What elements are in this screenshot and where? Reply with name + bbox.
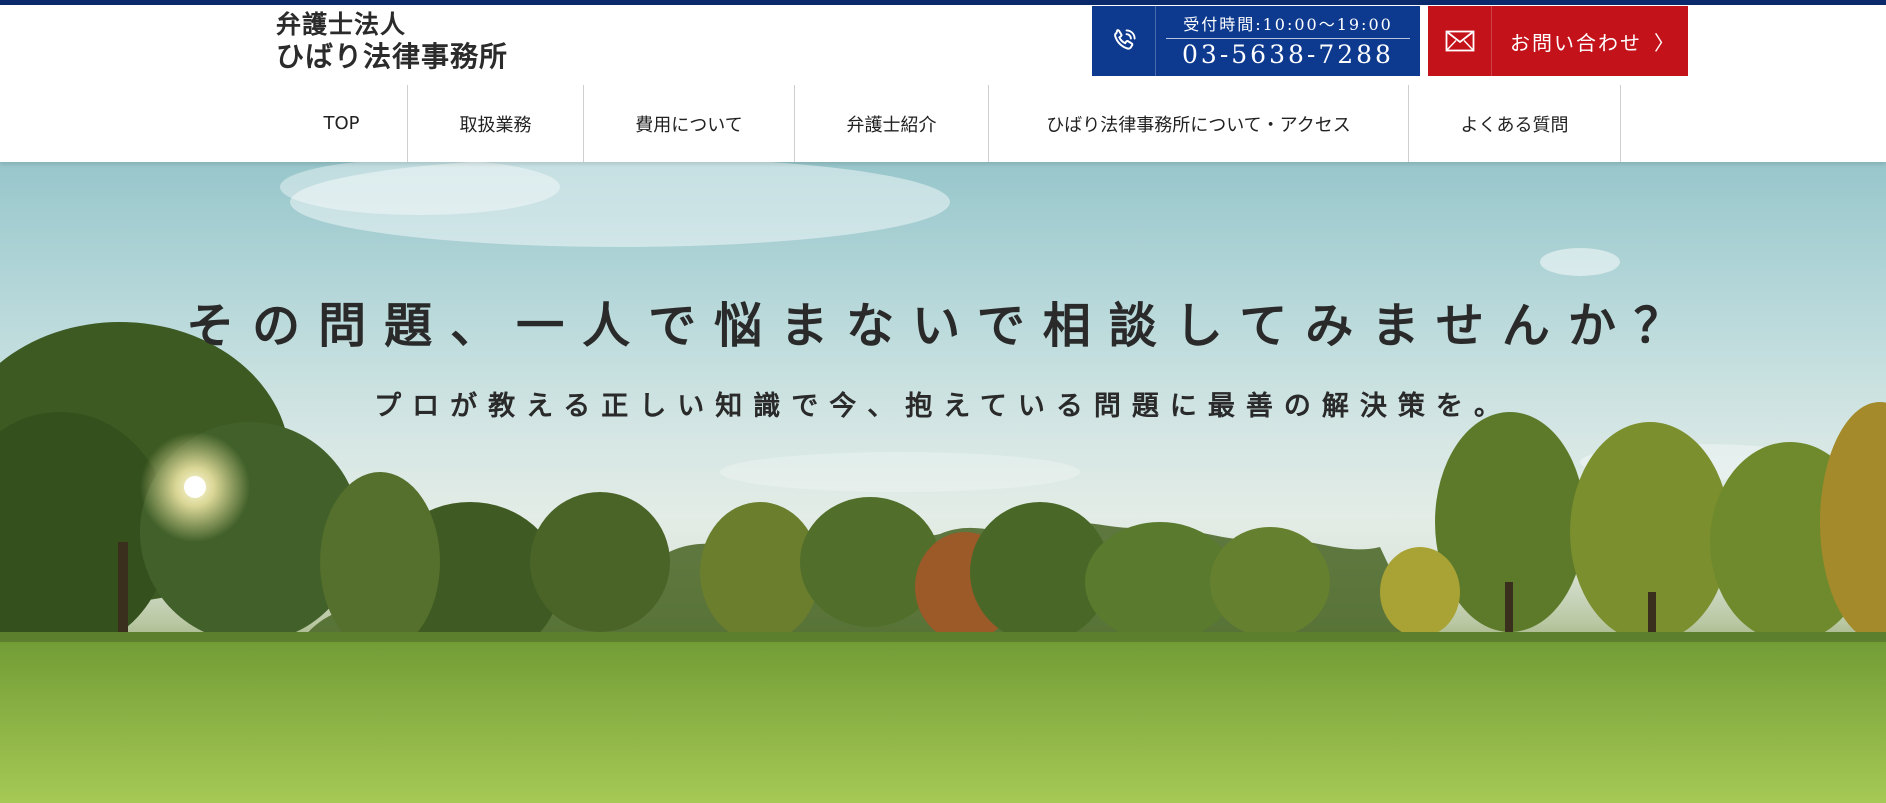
logo-line2: ひばり法律事務所 [276, 40, 509, 73]
contact-button[interactable]: お問い合わせ 〉 [1428, 6, 1688, 76]
contact-label: お問い合わせ [1510, 30, 1642, 55]
nav-item-top[interactable]: TOP [276, 85, 408, 162]
site-header: 弁護士法人 ひばり法律事務所 受付時間:10:00〜19:00 03-5638-… [0, 5, 1886, 162]
phone-icon [1092, 6, 1156, 76]
nav-item-lawyers[interactable]: 弁護士紹介 [795, 85, 989, 162]
chevron-right-icon: 〉 [1654, 30, 1674, 55]
nav-item-faq[interactable]: よくある質問 [1409, 85, 1621, 162]
nav-item-fees[interactable]: 費用について [584, 85, 795, 162]
hero-subline: プロが教える正しい知識で今、抱えている問題に最善の解決策を。 [374, 391, 1512, 422]
nav-item-about-access[interactable]: ひばり法律事務所について・アクセス [989, 85, 1409, 162]
nav-item-services[interactable]: 取扱業務 [408, 85, 584, 162]
park-landscape-image [0, 162, 1886, 803]
mail-icon [1428, 6, 1492, 76]
hero-banner: その問題、一人で悩まないで相談してみませんか？ プロが教える正しい知識で今、抱え… [0, 162, 1886, 803]
phone-text: 受付時間:10:00〜19:00 03-5638-7288 [1156, 11, 1420, 71]
site-logo[interactable]: 弁護士法人 ひばり法律事務所 [276, 10, 566, 74]
reception-hours: 受付時間:10:00〜19:00 [1166, 11, 1410, 39]
global-nav: TOP 取扱業務 費用について 弁護士紹介 ひばり法律事務所について・アクセス … [276, 85, 1621, 162]
phone-number[interactable]: 03-5638-7288 [1166, 39, 1410, 71]
hero-headline: その問題、一人で悩まないで相談してみませんか？ [186, 298, 1700, 354]
phone-contact-box[interactable]: 受付時間:10:00〜19:00 03-5638-7288 [1092, 6, 1420, 76]
logo-line1: 弁護士法人 [276, 10, 407, 39]
